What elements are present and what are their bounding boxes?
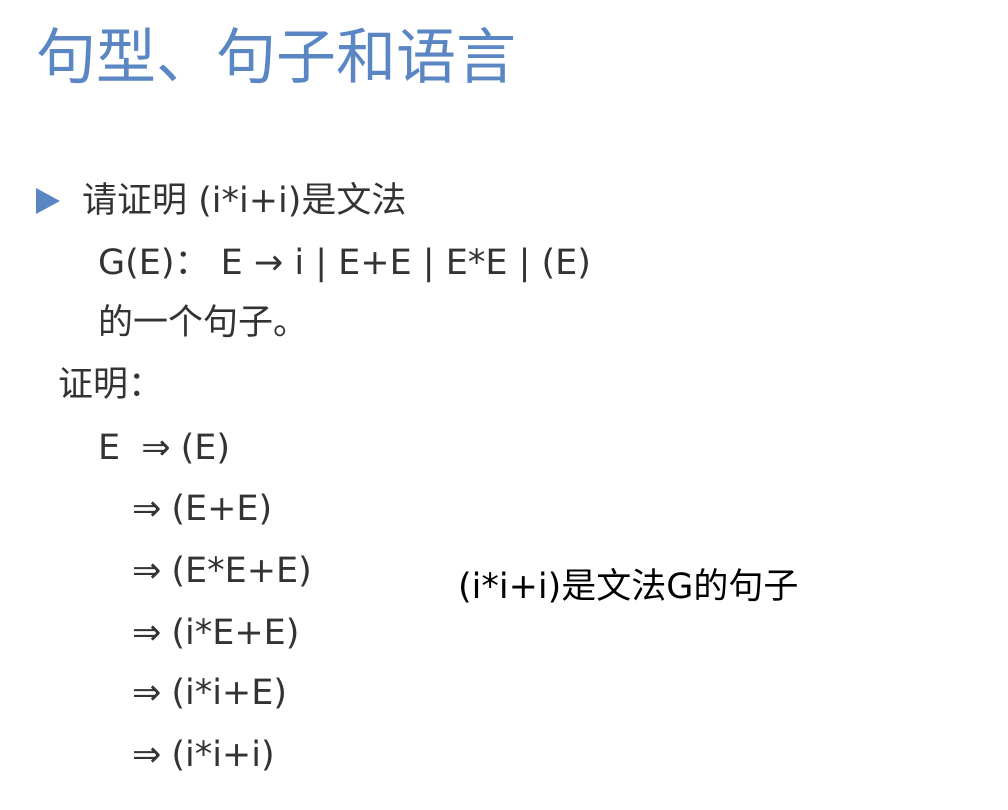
question-line-3: 的一个句子。: [98, 303, 309, 343]
triangle-right-icon: [36, 188, 60, 214]
derivation-arrow: ⇒: [141, 428, 171, 468]
derivation-step-text: (E*E+E): [171, 551, 312, 591]
derivation-step-text: (i*E+E): [171, 613, 300, 653]
derivation-step: ⇒ (E*E+E): [132, 548, 312, 594]
slide: 句型、句子和语言 请证明 (i*i+i)是文法 G(E)： E → i | E+…: [0, 0, 1008, 810]
derivation-arrow: ⇒: [132, 735, 162, 775]
question-line-1: 请证明 (i*i+i)是文法: [82, 181, 407, 221]
derivation-arrow: ⇒: [132, 551, 162, 591]
derivation-step-text: (i*i+i): [171, 735, 275, 775]
proof-label: 证明：: [58, 365, 164, 405]
derivation-arrow: ⇒: [132, 489, 162, 529]
derivation-step: ⇒ (i*i+E): [132, 670, 287, 716]
derivation-step: ⇒ (i*E+E): [132, 610, 299, 656]
derivation-step-start: E ⇒ (E): [98, 425, 230, 471]
grammar-definition: G(E)： E → i | E+E | E*E | (E): [98, 243, 591, 283]
derivation-step-text: (E+E): [171, 489, 273, 529]
derivation-step-text: (i*i+E): [171, 673, 288, 713]
derivation-start-symbol: E: [98, 428, 121, 468]
derivation-step: ⇒ (E+E): [132, 486, 272, 532]
derivation-arrow: ⇒: [132, 613, 162, 653]
slide-title: 句型、句子和语言: [36, 23, 516, 93]
derivation-arrow: ⇒: [132, 673, 162, 713]
conclusion-text: (i*i+i)是文法G的句子: [458, 567, 799, 607]
derivation-step: ⇒ (i*i+i): [132, 732, 275, 778]
derivation-step-text: (E): [180, 428, 231, 468]
